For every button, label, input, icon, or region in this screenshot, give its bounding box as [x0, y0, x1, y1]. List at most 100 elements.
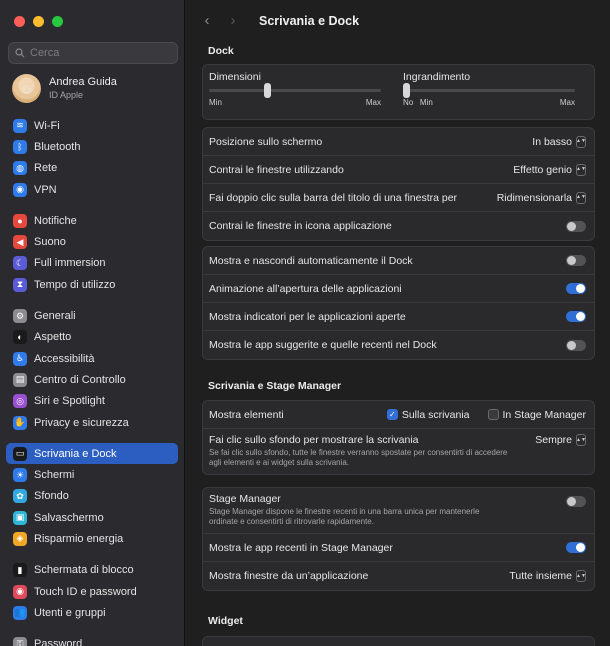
position-value: In basso: [532, 135, 572, 148]
dock-sliders-card: Dimensioni Min Max Ingrandimento No Min …: [202, 64, 595, 120]
accessibility-icon: ♿: [13, 351, 27, 366]
search-field[interactable]: [8, 42, 178, 64]
click-wallpaper-value: Sempre: [535, 434, 572, 446]
magnification-slider-min: Min: [419, 98, 433, 107]
sidebar-item-wi-fi[interactable]: ≋ Wi-Fi: [6, 115, 178, 136]
sidebar-item-utenti-e-gruppi[interactable]: 👥 Utenti e gruppi: [6, 602, 178, 623]
size-slider[interactable]: [209, 83, 381, 98]
in-stage-manager-checkbox[interactable]: In Stage Manager: [487, 409, 586, 421]
minimize-effect-label: Contrai le finestre utilizzando: [209, 163, 344, 176]
animate-label: Animazione all’apertura delle applicazio…: [209, 282, 402, 295]
lock-screen-icon: ▮: [13, 563, 27, 578]
position-row: Posizione sullo schermo In basso ▲▼: [203, 128, 594, 156]
size-slider-max: Max: [365, 98, 381, 107]
minimize-window-button[interactable]: [33, 16, 44, 27]
minimize-effect-value: Effetto genio: [513, 163, 572, 176]
sidebar-item-aspetto[interactable]: ◐ Aspetto: [6, 327, 178, 348]
magnification-slider-label: Ingrandimento: [403, 71, 471, 83]
sidebar-item-label: Sfondo: [34, 490, 69, 503]
minimize-into-icon-label: Contrai le finestre in icona applicazion…: [209, 220, 392, 232]
sidebar-item-label: Utenti e gruppi: [34, 606, 106, 619]
toolbar: ‹ › Scrivania e Dock: [201, 12, 360, 29]
magnification-slider[interactable]: [403, 83, 575, 98]
chevron-updown-icon: ▲▼: [576, 434, 586, 446]
indicators-label: Mostra indicatori per le applicazioni ap…: [209, 310, 406, 323]
sidebar-item-tempo-di-utilizzo[interactable]: ⧗ Tempo di utilizzo: [6, 274, 178, 295]
position-popup[interactable]: In basso ▲▼: [532, 135, 586, 148]
hourglass-icon: ⧗: [13, 277, 27, 292]
show-items-label: Mostra elementi: [209, 408, 284, 421]
sidebar-item-rete[interactable]: ◍ Rete: [6, 158, 178, 179]
minimize-effect-row: Contrai le finestre utilizzando Effetto …: [203, 156, 594, 184]
sidebar-item-privacy-e-sicurezza[interactable]: ✋ Privacy e sicurezza: [6, 412, 178, 433]
chevron-updown-icon: ▲▼: [576, 191, 586, 204]
sidebar-item-label: Bluetooth: [34, 140, 81, 153]
sidebar-item-suono[interactable]: ◀ Suono: [6, 231, 178, 252]
double-click-popup[interactable]: Ridimensionarla ▲▼: [497, 191, 586, 204]
on-desktop-checkbox[interactable]: ✓ Sulla scrivania: [386, 408, 470, 421]
sidebar-item-schermi[interactable]: ☀ Schermi: [6, 464, 178, 485]
sidebar-item-touch-id-e-password[interactable]: ◉ Touch ID e password: [6, 581, 178, 602]
apple-id-account[interactable]: ☺ Andrea Guida ID Apple: [12, 74, 117, 103]
sidebar-item-schermata-di-blocco[interactable]: ▮ Schermata di blocco: [6, 560, 178, 581]
search-icon: [15, 48, 25, 58]
autohide-toggle[interactable]: [566, 255, 586, 266]
autohide-row: Mostra e nascondi automaticamente il Doc…: [203, 247, 594, 275]
forward-button[interactable]: ›: [227, 12, 239, 29]
sidebar-item-notifiche[interactable]: ● Notifiche: [6, 210, 178, 231]
on-desktop-label: Sulla scrivania: [401, 408, 470, 421]
search-input[interactable]: [30, 47, 160, 59]
sidebar-item-label: Full immersion: [34, 257, 106, 270]
minimize-into-icon-toggle[interactable]: [566, 220, 586, 232]
indicators-row: Mostra indicatori per le applicazioni ap…: [203, 303, 594, 331]
main-pane: ‹ › Scrivania e Dock Dock Dimensioni Min…: [185, 0, 610, 646]
autohide-label: Mostra e nascondi automaticamente il Doc…: [209, 254, 413, 267]
show-windows-popup[interactable]: Tutte insieme ▲▼: [509, 570, 586, 582]
sidebar-item-label: Wi-Fi: [34, 119, 60, 132]
gear-icon: ⚙: [13, 309, 27, 324]
stage-manager-toggle[interactable]: [566, 496, 586, 507]
magnification-slider-no: No: [403, 98, 414, 107]
stage-manager-label: Stage Manager: [209, 493, 281, 505]
indicators-toggle[interactable]: [566, 311, 586, 322]
sidebar-item-siri-e-spotlight[interactable]: ◎ Siri e Spotlight: [6, 391, 178, 412]
sidebar-item-password[interactable]: ⚿ Password: [6, 634, 178, 646]
size-slider-thumb[interactable]: [264, 83, 272, 98]
key-icon: ⚿: [13, 637, 27, 646]
sidebar-item-scrivania-e-dock[interactable]: ▭ Scrivania e Dock: [6, 443, 178, 465]
dock-icon: ▭: [13, 446, 27, 461]
sidebar-item-label: Risparmio energia: [34, 532, 124, 545]
click-wallpaper-popup[interactable]: Sempre ▲▼: [535, 434, 586, 446]
sidebar-item-vpn[interactable]: ◉ VPN: [6, 179, 178, 200]
sidebar-item-salvaschermo[interactable]: ▣ Salvaschermo: [6, 507, 178, 528]
click-wallpaper-row: Fai clic sullo sfondo per mostrare la sc…: [203, 429, 594, 474]
sidebar-item-centro-di-controllo[interactable]: ▤ Centro di Controllo: [6, 369, 178, 390]
sidebar-item-generali[interactable]: ⚙ Generali: [6, 305, 178, 326]
sidebar-item-label: Notifiche: [34, 214, 77, 227]
minimize-effect-popup[interactable]: Effetto genio ▲▼: [513, 163, 586, 176]
suggested-apps-toggle[interactable]: [566, 339, 586, 351]
show-windows-label: Mostra finestre da un’applicazione: [209, 570, 369, 582]
page-title: Scrivania e Dock: [259, 13, 360, 28]
click-wallpaper-label: Fai clic sullo sfondo per mostrare la sc…: [209, 434, 419, 446]
sidebar-item-risparmio-energia[interactable]: ◈ Risparmio energia: [6, 528, 178, 549]
control-center-icon: ▤: [13, 372, 27, 387]
recent-apps-toggle[interactable]: [566, 542, 586, 553]
bell-icon: ●: [13, 213, 27, 228]
sidebar-item-sfondo[interactable]: ✿ Sfondo: [6, 486, 178, 507]
animate-row: Animazione all’apertura delle applicazio…: [203, 275, 594, 303]
stage-manager-card: Stage Manager Stage Manager dispone le f…: [202, 487, 595, 591]
back-button[interactable]: ‹: [201, 12, 213, 29]
close-window-button[interactable]: [14, 16, 25, 27]
vpn-icon: ◉: [13, 182, 27, 197]
recent-apps-row: Mostra le app recenti in Stage Manager: [203, 534, 594, 562]
sidebar-item-label: Schermata di blocco: [34, 564, 134, 577]
zoom-window-button[interactable]: [52, 16, 63, 27]
show-windows-value: Tutte insieme: [509, 570, 572, 582]
magnification-slider-thumb[interactable]: [403, 83, 410, 98]
bluetooth-icon: ᛒ: [13, 139, 27, 154]
sidebar-item-accessibilit[interactable]: ♿ Accessibilità: [6, 348, 178, 369]
sidebar-item-bluetooth[interactable]: ᛒ Bluetooth: [6, 136, 178, 157]
sidebar-item-full-immersion[interactable]: ☾ Full immersion: [6, 253, 178, 274]
animate-toggle[interactable]: [566, 283, 586, 294]
